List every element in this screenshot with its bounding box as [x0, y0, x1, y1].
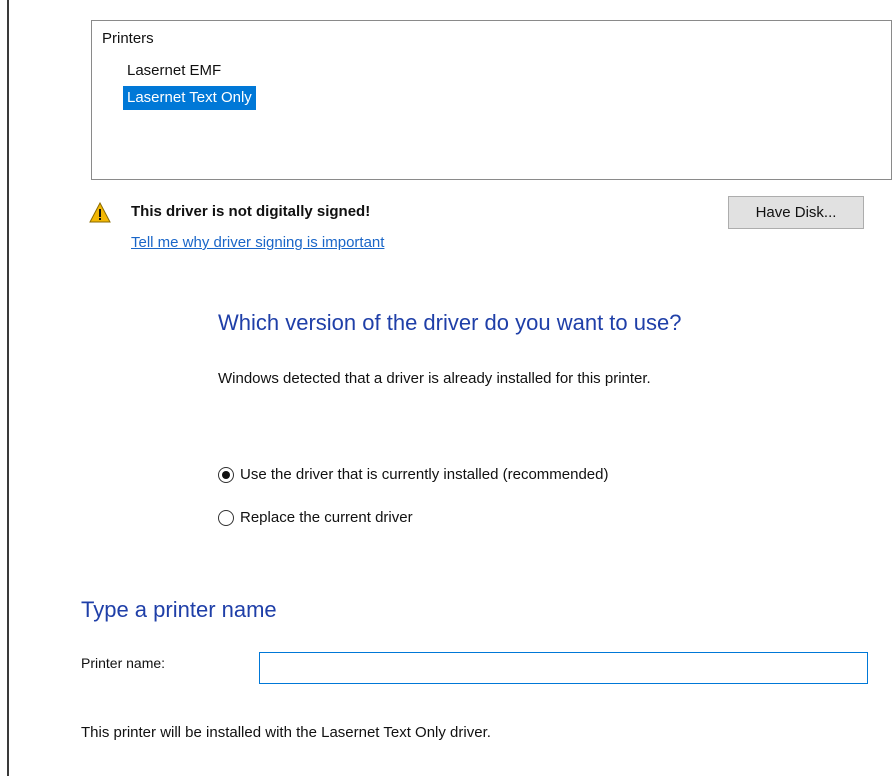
driver-detected-text: Windows detected that a driver is alread…	[218, 370, 651, 387]
have-disk-button[interactable]: Have Disk...	[728, 196, 864, 229]
use-current-driver-radio[interactable]	[218, 466, 234, 483]
printer-item-lasernet-emf[interactable]: Lasernet EMF	[123, 59, 225, 83]
use-current-driver-option[interactable]: Use the driver that is currently install…	[218, 466, 608, 483]
replace-driver-label: Replace the current driver	[240, 509, 413, 526]
printer-item-lasernet-text-only[interactable]: Lasernet Text Only	[123, 86, 256, 110]
unsigned-driver-warning: This driver is not digitally signed!	[131, 203, 371, 220]
warning-triangle-icon	[89, 202, 111, 223]
printer-name-heading: Type a printer name	[81, 597, 277, 622]
printer-name-input[interactable]	[259, 652, 868, 684]
printers-list[interactable]: Printers Lasernet EMF Lasernet Text Only	[91, 20, 892, 180]
replace-driver-option[interactable]: Replace the current driver	[218, 509, 413, 526]
driver-version-question: Which version of the driver do you want …	[218, 310, 682, 335]
printers-list-header: Printers	[102, 30, 154, 47]
replace-driver-radio[interactable]	[218, 509, 234, 526]
printer-name-label: Printer name:	[81, 655, 166, 671]
window-left-border	[7, 0, 9, 776]
driver-signing-help-link[interactable]: Tell me why driver signing is important	[131, 234, 384, 251]
install-driver-note: This printer will be installed with the …	[81, 724, 491, 741]
use-current-driver-label: Use the driver that is currently install…	[240, 466, 609, 483]
